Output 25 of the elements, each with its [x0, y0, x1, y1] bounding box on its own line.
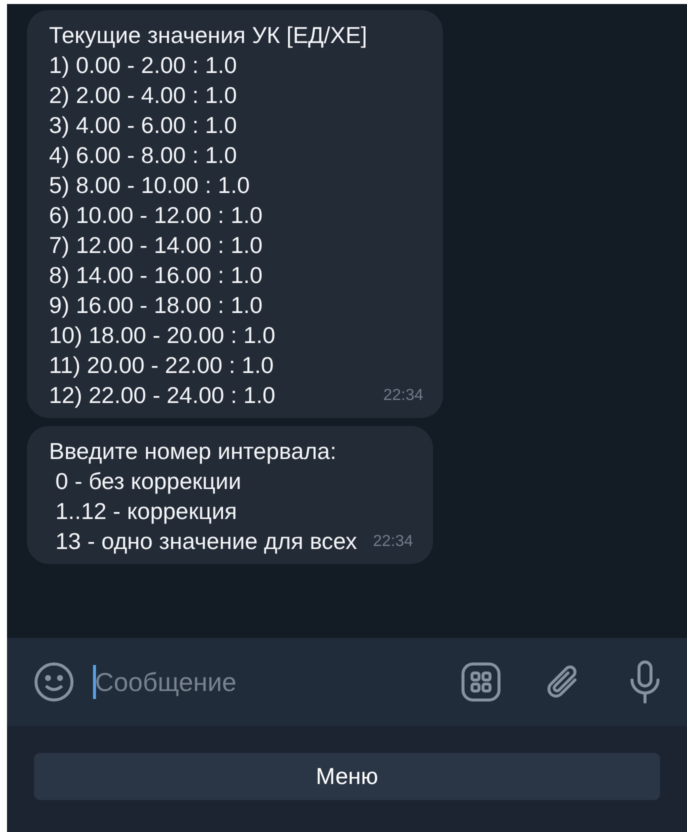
message-line: 0 - без коррекции — [54, 467, 242, 496]
message-line: 9) 16.00 - 18.00 : 1.0 — [49, 291, 264, 320]
message-line: Текущие значения УК [ЕД/ХЕ] — [49, 21, 368, 50]
text-cursor — [93, 665, 96, 699]
message-line: 12) 22.00 - 24.00 : 1.0 — [49, 381, 276, 410]
message-line: Введите номер интервала: — [49, 437, 338, 466]
message-line: 8) 14.00 - 16.00 : 1.0 — [49, 261, 264, 290]
message-line: 13 - одно значение для всех — [54, 527, 357, 556]
message-line: 1) 0.00 - 2.00 : 1.0 — [49, 51, 238, 80]
emoji-icon[interactable] — [33, 661, 75, 703]
message-line: 3) 4.00 - 6.00 : 1.0 — [49, 111, 238, 140]
message-line: 1..12 - коррекция — [54, 497, 238, 526]
grid-icon[interactable] — [461, 662, 501, 702]
message-line: 6) 10.00 - 12.00 : 1.0 — [49, 201, 264, 230]
message-line: 10) 18.00 - 20.00 : 1.0 — [49, 321, 276, 350]
microphone-icon[interactable] — [629, 660, 661, 704]
message-line: 7) 12.00 - 14.00 : 1.0 — [49, 231, 264, 260]
menu-button[interactable]: Меню — [34, 753, 660, 800]
message-field[interactable]: Сообщение — [93, 662, 451, 702]
message-time: 22:34 — [383, 386, 424, 406]
message-time: 22:34 — [372, 532, 414, 552]
message-line: 4) 6.00 - 8.00 : 1.0 — [49, 141, 238, 170]
message-line: 11) 20.00 - 22.00 : 1.0 — [49, 351, 275, 380]
message-line: 2) 2.00 - 4.00 : 1.0 — [49, 81, 238, 110]
message-line: 5) 8.00 - 10.00 : 1.0 — [49, 171, 251, 200]
